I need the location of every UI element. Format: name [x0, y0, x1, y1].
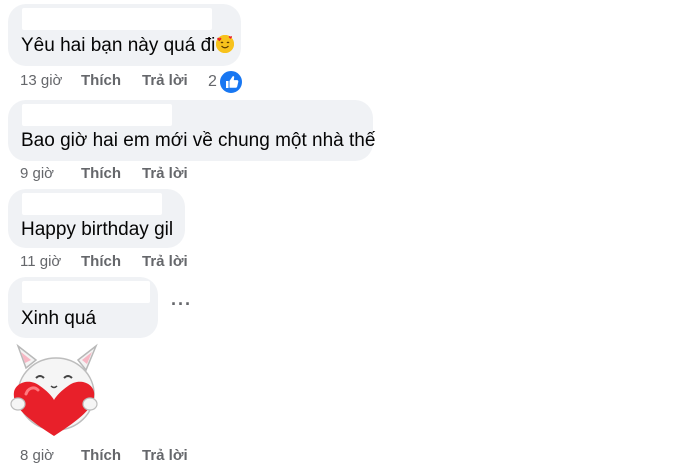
comment-bubble-2: Bao giờ hai em mới về chung một nhà thế: [8, 100, 376, 161]
comment-text: Bao giờ hai em mới về chung một nhà thế: [21, 130, 376, 151]
comment-text-1: Yêu hai bạn này quá đi: [21, 35, 235, 57]
redacted-author-name: [22, 193, 162, 215]
like-link[interactable]: Thích: [81, 165, 142, 183]
comment-bubble-3: Happy birthday gil: [8, 189, 185, 248]
redacted-author-name: [22, 8, 212, 30]
reaction-count[interactable]: 2: [208, 73, 217, 91]
smiling-face-with-hearts-icon: [216, 35, 235, 53]
redacted-author-name: [22, 104, 172, 126]
comment-text: Yêu hai bạn này quá đi: [21, 35, 216, 56]
comment-timestamp[interactable]: 9 giờ: [20, 165, 81, 183]
comment-actions-2: 9 giờ Thích Trả lời: [20, 165, 188, 183]
reply-link[interactable]: Trả lời: [142, 253, 188, 271]
comment-bubble-1: Yêu hai bạn này quá đi: [8, 4, 241, 66]
comment-timestamp[interactable]: 13 giờ: [20, 72, 81, 90]
thumbs-up-icon[interactable]: [218, 69, 244, 95]
more-options-icon[interactable]: ···: [171, 294, 192, 315]
reply-link[interactable]: Trả lời: [142, 72, 188, 90]
reply-link[interactable]: Trả lời: [142, 165, 188, 183]
comment-timestamp[interactable]: 8 giờ: [20, 447, 81, 465]
comment-actions-3: 11 giờ Thích Trả lời: [20, 253, 188, 271]
like-link[interactable]: Thích: [81, 72, 142, 90]
like-link[interactable]: Thích: [81, 253, 142, 271]
comment-text: Xinh quá: [21, 308, 97, 329]
comment-actions-4: 8 giờ Thích Trả lời: [20, 447, 188, 465]
comment-text: Happy birthday gil: [21, 219, 174, 240]
comment-timestamp[interactable]: 11 giờ: [20, 253, 81, 271]
reply-link[interactable]: Trả lời: [142, 447, 188, 465]
comment-actions-1: 13 giờ Thích Trả lời: [20, 72, 188, 90]
bunny-hugging-heart-sticker: [6, 342, 102, 438]
comment-bubble-4: Xinh quá: [8, 277, 158, 338]
redacted-author-name: [22, 281, 150, 303]
like-link[interactable]: Thích: [81, 447, 142, 465]
